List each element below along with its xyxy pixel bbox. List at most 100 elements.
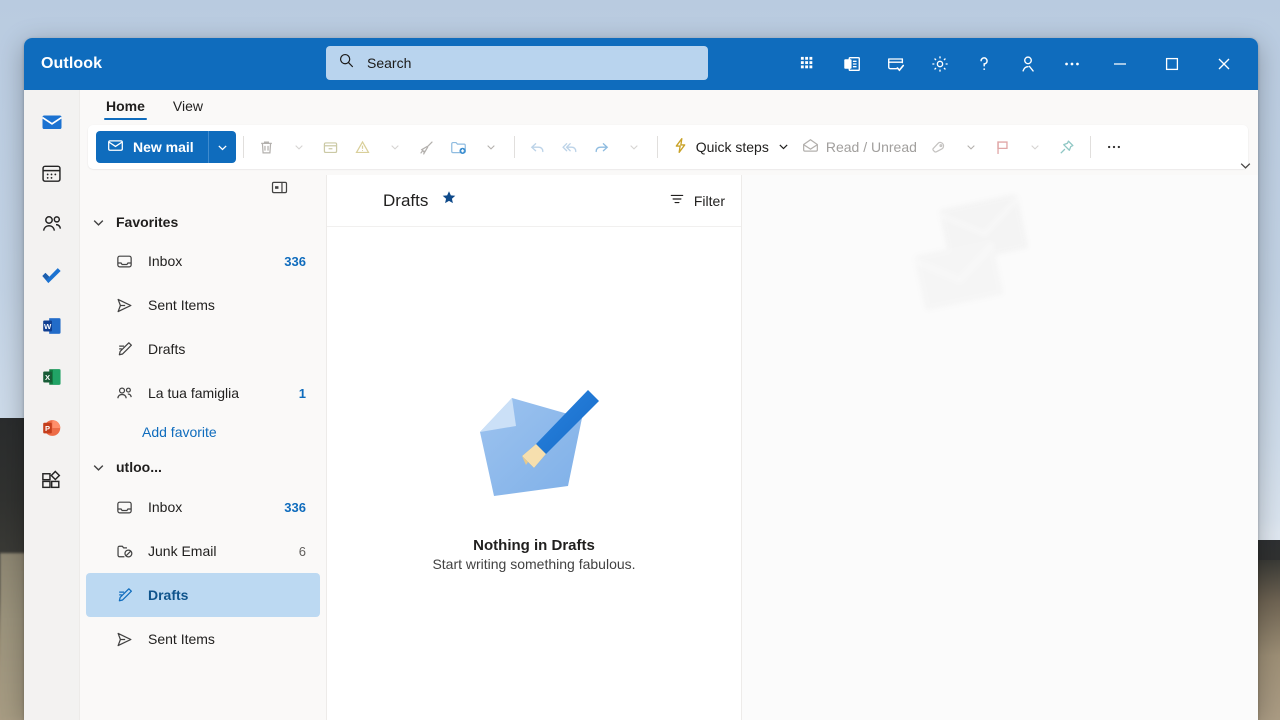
add-favorite-link[interactable]: Add favorite (80, 415, 326, 449)
outlook-window: Outlook Search W X P Home View New mail … (24, 38, 1258, 720)
quick-steps-button[interactable]: Quick steps (665, 131, 795, 163)
empty-state: Nothing in Drafts Start writing somethin… (327, 227, 741, 720)
filter-icon (669, 191, 685, 210)
tab-view[interactable]: View (161, 95, 215, 120)
move-to-button[interactable] (443, 131, 475, 163)
outlook-switch-icon[interactable] (830, 44, 874, 84)
rail-todo[interactable] (32, 255, 72, 295)
app-body: W X P Home View New mail Quick steps Rea… (24, 90, 1258, 720)
ribbon-tab-strip: Home View (80, 90, 1258, 120)
inbox-icon (114, 252, 134, 271)
favorites-group-header[interactable]: Favorites (80, 205, 326, 239)
forward-button[interactable] (586, 131, 618, 163)
lightning-icon (671, 136, 690, 158)
favorite-star-icon[interactable] (441, 190, 457, 211)
favorite-drafts[interactable]: Drafts (86, 327, 320, 371)
maximize-button[interactable] (1146, 44, 1198, 84)
rail-people[interactable] (32, 204, 72, 244)
open-envelope-icon (801, 136, 820, 158)
folder-inbox[interactable]: Inbox 336 (86, 485, 320, 529)
empty-state-title: Nothing in Drafts (473, 537, 595, 554)
send-icon (114, 630, 134, 649)
svg-text:W: W (43, 322, 51, 331)
folder-label: Inbox (148, 253, 183, 269)
filter-button[interactable]: Filter (669, 191, 725, 210)
titlebar-icon-group (786, 38, 1250, 90)
move-to-dropdown[interactable] (475, 131, 507, 163)
rail-word[interactable]: W (32, 306, 72, 346)
new-mail-button[interactable]: New mail (96, 131, 236, 163)
folder-count: 6 (298, 543, 306, 559)
more-options-icon[interactable] (1050, 44, 1094, 84)
search-icon (338, 52, 355, 74)
ribbon-container: New mail Quick steps Read / Unread (80, 120, 1258, 175)
folder-pane: Favorites Inbox 336 Sent Items Drafts La… (80, 175, 326, 720)
tag-button[interactable] (923, 131, 955, 163)
account-icon[interactable] (1006, 44, 1050, 84)
folder-label: Junk Email (148, 543, 217, 559)
search-input[interactable]: Search (326, 46, 708, 80)
flag-button[interactable] (987, 131, 1019, 163)
empty-state-subtitle: Start writing something fabulous. (432, 556, 636, 572)
title-bar: Outlook Search (24, 38, 1258, 90)
rail-mail[interactable] (32, 102, 72, 142)
folder-junk-email[interactable]: Junk Email 6 (86, 529, 320, 573)
read-unread-button[interactable]: Read / Unread (795, 131, 923, 163)
delete-button[interactable] (251, 131, 283, 163)
ribbon-overflow-button[interactable] (1098, 131, 1130, 163)
read-unread-label: Read / Unread (825, 139, 917, 155)
rail-excel[interactable]: X (32, 357, 72, 397)
message-list-pane: Drafts Filter Nothing in Drafts Start wr… (326, 175, 741, 720)
apps-grid-icon[interactable] (786, 44, 830, 84)
reply-all-button[interactable] (554, 131, 586, 163)
close-button[interactable] (1198, 44, 1250, 84)
wallpaper-terrain-right (1258, 560, 1280, 720)
content-panes: Favorites Inbox 336 Sent Items Drafts La… (80, 175, 1258, 720)
report-junk-button[interactable] (347, 131, 379, 163)
empty-drafts-illustration (464, 382, 604, 517)
ribbon-divider-2 (513, 136, 515, 158)
rail-powerpoint[interactable]: P (32, 408, 72, 448)
reply-button[interactable] (522, 131, 554, 163)
report-dropdown[interactable] (379, 131, 411, 163)
folder-label: Inbox (148, 499, 183, 515)
flag-dropdown[interactable] (1019, 131, 1051, 163)
sweep-button[interactable] (411, 131, 443, 163)
favorite-la-tua-famiglia[interactable]: La tua famiglia 1 (86, 371, 320, 415)
account-name-redaction-2 (256, 653, 286, 663)
ribbon: New mail Quick steps Read / Unread (88, 125, 1251, 169)
svg-text:P: P (45, 424, 50, 433)
account-name-redaction (196, 659, 326, 689)
archive-button[interactable] (315, 131, 347, 163)
collapse-pane-icon[interactable] (271, 179, 288, 201)
people-icon (114, 384, 134, 403)
folder-label: La tua famiglia (148, 385, 240, 401)
new-mail-dropdown[interactable] (207, 131, 236, 163)
send-icon (114, 296, 134, 315)
quick-steps-label: Quick steps (695, 139, 769, 155)
help-icon[interactable] (962, 44, 1006, 84)
message-list-header: Drafts Filter (327, 175, 741, 227)
folder-drafts[interactable]: Drafts (86, 573, 320, 617)
tag-dropdown[interactable] (955, 131, 987, 163)
minimize-button[interactable] (1094, 44, 1146, 84)
delete-dropdown[interactable] (283, 131, 315, 163)
folder-count: 1 (298, 385, 306, 401)
gear-icon[interactable] (918, 44, 962, 84)
rail-calendar[interactable] (32, 153, 72, 193)
search-placeholder: Search (367, 55, 412, 71)
folder-label: Drafts (148, 341, 186, 357)
tab-home[interactable]: Home (94, 95, 157, 120)
account-node[interactable]: utloo... (80, 449, 326, 485)
forward-dropdown[interactable] (618, 131, 650, 163)
envelopes-watermark-icon (902, 193, 1052, 330)
pin-button[interactable] (1051, 131, 1083, 163)
folder-count: 336 (284, 253, 306, 269)
message-list-title-group: Drafts (383, 190, 457, 211)
favorite-inbox[interactable]: Inbox 336 (86, 239, 320, 283)
rail-more-apps[interactable] (32, 459, 72, 499)
favorite-sent-items[interactable]: Sent Items (86, 283, 320, 327)
folder-count: 336 (284, 499, 306, 515)
account-name: utloo... (116, 459, 162, 475)
todo-tasks-icon[interactable] (874, 44, 918, 84)
